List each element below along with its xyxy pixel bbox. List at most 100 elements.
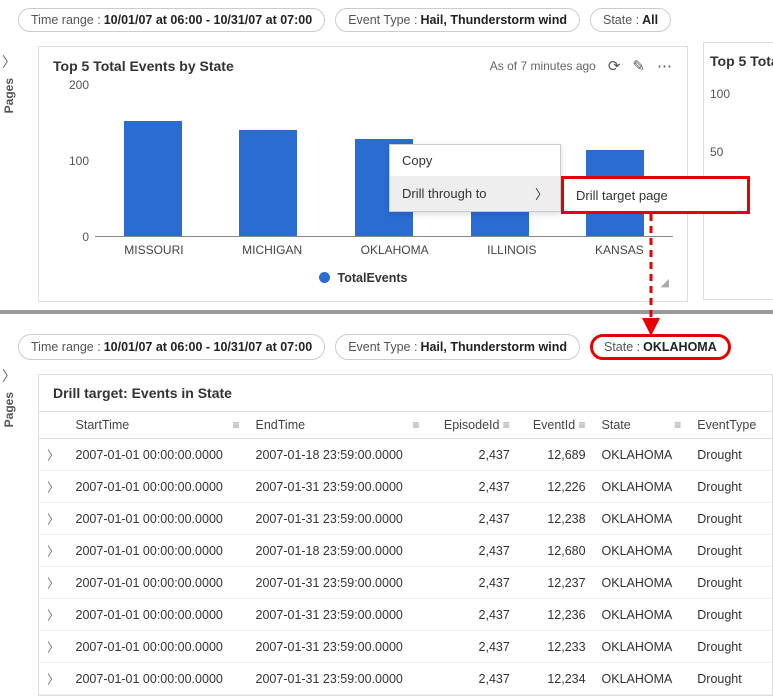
col-endtime[interactable]: EndTime≡ (248, 412, 428, 439)
column-menu-icon[interactable]: ≡ (674, 418, 681, 432)
cell-episodeid: 2,437 (428, 599, 518, 631)
filter-value: Hail, Thunderstorm wind (420, 340, 567, 354)
context-item-label: Drill target page (576, 188, 668, 203)
table-row[interactable]: 〉2007-01-01 00:00:00.00002007-01-31 23:5… (39, 663, 772, 695)
table-row[interactable]: 〉2007-01-01 00:00:00.00002007-01-18 23:5… (39, 535, 772, 567)
filter-time-range[interactable]: Time range : 10/01/07 at 06:00 - 10/31/0… (18, 334, 325, 360)
context-submenu-target[interactable]: Drill target page (561, 176, 750, 214)
chart-title-secondary: Top 5 Total (710, 53, 767, 69)
col-eventid[interactable]: EventId ≡ (518, 412, 594, 439)
x-label: MISSOURI (124, 243, 183, 257)
expand-row-icon[interactable]: 〉 (39, 535, 68, 567)
filter-value: 10/01/07 at 06:00 - 10/31/07 at 07:00 (104, 340, 312, 354)
resize-handle-icon[interactable]: ◢ (661, 276, 669, 289)
legend-dot-icon (319, 272, 330, 283)
cell-eventid: 12,689 (518, 439, 594, 471)
cell-starttime: 2007-01-01 00:00:00.0000 (68, 439, 248, 471)
context-menu: Copy Drill through to 〉 (389, 144, 561, 212)
cell-state: OKLAHOMA (594, 535, 690, 567)
x-label: OKLAHOMA (361, 243, 429, 257)
chart-card-secondary: Top 5 Total 10050 (703, 42, 773, 300)
expand-row-icon[interactable]: 〉 (39, 631, 68, 663)
events-table: StartTime≡ EndTime≡ EpisodeId ≡ EventId … (39, 411, 772, 695)
more-icon[interactable]: ⋯ (657, 57, 673, 75)
cell-endtime: 2007-01-31 23:59:00.0000 (248, 567, 428, 599)
filter-row-bottom: Time range : 10/01/07 at 06:00 - 10/31/0… (0, 326, 773, 368)
filter-time-range[interactable]: Time range : 10/01/07 at 06:00 - 10/31/0… (18, 8, 325, 32)
bar-missouri[interactable] (124, 121, 182, 236)
pages-label: Pages (2, 392, 16, 427)
pages-panel-toggle[interactable]: 〉 Pages (2, 52, 16, 113)
context-item-label: Drill through to (402, 186, 487, 201)
cell-episodeid: 2,437 (428, 471, 518, 503)
column-menu-icon[interactable]: ≡ (413, 418, 420, 432)
column-menu-icon[interactable]: ≡ (499, 418, 509, 432)
col-state[interactable]: State≡ (594, 412, 690, 439)
x-label: MICHIGAN (242, 243, 302, 257)
legend-label: TotalEvents (338, 271, 408, 285)
table-row[interactable]: 〉2007-01-01 00:00:00.00002007-01-31 23:5… (39, 471, 772, 503)
table-row[interactable]: 〉2007-01-01 00:00:00.00002007-01-31 23:5… (39, 599, 772, 631)
filter-event-type[interactable]: Event Type : Hail, Thunderstorm wind (335, 334, 580, 360)
chart-title: Top 5 Total Events by State (53, 58, 234, 74)
col-starttime[interactable]: StartTime≡ (68, 412, 248, 439)
cell-endtime: 2007-01-18 23:59:00.0000 (248, 439, 428, 471)
cell-eventid: 12,680 (518, 535, 594, 567)
expand-row-icon[interactable]: 〉 (39, 567, 68, 599)
cell-eventid: 12,238 (518, 503, 594, 535)
cell-eventid: 12,236 (518, 599, 594, 631)
cell-starttime: 2007-01-01 00:00:00.0000 (68, 663, 248, 695)
expand-row-icon[interactable]: 〉 (39, 503, 68, 535)
column-menu-icon[interactable]: ≡ (233, 418, 240, 432)
cell-starttime: 2007-01-01 00:00:00.0000 (68, 567, 248, 599)
context-copy[interactable]: Copy (390, 145, 560, 176)
table-row[interactable]: 〉2007-01-01 00:00:00.00002007-01-18 23:5… (39, 439, 772, 471)
table-card: Drill target: Events in State StartTime≡… (38, 374, 773, 696)
filter-label: Time range : (31, 13, 101, 27)
expand-row-icon[interactable]: 〉 (39, 663, 68, 695)
cell-eventtype: Drought (689, 471, 772, 503)
chevron-right-icon: 〉 (2, 366, 16, 386)
filter-value: All (642, 13, 658, 27)
cell-state: OKLAHOMA (594, 439, 690, 471)
cell-episodeid: 2,437 (428, 663, 518, 695)
cell-state: OKLAHOMA (594, 631, 690, 663)
pages-panel-toggle[interactable]: 〉 Pages (2, 366, 16, 427)
refresh-icon[interactable]: ⟳ (608, 57, 621, 75)
context-drill-through[interactable]: Drill through to 〉 (390, 176, 560, 211)
table-row[interactable]: 〉2007-01-01 00:00:00.00002007-01-31 23:5… (39, 631, 772, 663)
cell-episodeid: 2,437 (428, 631, 518, 663)
filter-state[interactable]: State : All (590, 8, 671, 32)
cell-eventtype: Drought (689, 567, 772, 599)
filter-label: State : (604, 340, 640, 354)
filter-value: OKLAHOMA (643, 340, 717, 354)
column-menu-icon[interactable]: ≡ (575, 418, 585, 432)
cell-eventid: 12,226 (518, 471, 594, 503)
cell-endtime: 2007-01-31 23:59:00.0000 (248, 599, 428, 631)
expand-row-icon[interactable]: 〉 (39, 439, 68, 471)
filter-state-highlighted[interactable]: State : OKLAHOMA (590, 334, 731, 360)
edit-icon[interactable]: ✎ (632, 57, 645, 75)
cell-eventtype: Drought (689, 439, 772, 471)
filter-value: 10/01/07 at 06:00 - 10/31/07 at 07:00 (104, 13, 312, 27)
cell-eventtype: Drought (689, 599, 772, 631)
filter-label: Event Type : (348, 340, 417, 354)
table-row[interactable]: 〉2007-01-01 00:00:00.00002007-01-31 23:5… (39, 567, 772, 599)
col-episodeid[interactable]: EpisodeId ≡ (428, 412, 518, 439)
filter-event-type[interactable]: Event Type : Hail, Thunderstorm wind (335, 8, 580, 32)
chart-asof: As of 7 minutes ago (490, 59, 596, 73)
cell-eventid: 12,234 (518, 663, 594, 695)
table-title: Drill target: Events in State (39, 385, 772, 411)
cell-eventtype: Drought (689, 663, 772, 695)
filter-label: Time range : (31, 340, 101, 354)
expand-row-icon[interactable]: 〉 (39, 599, 68, 631)
bar-michigan[interactable] (239, 130, 297, 236)
col-eventtype[interactable]: EventType (689, 412, 772, 439)
expand-row-icon[interactable]: 〉 (39, 471, 68, 503)
cell-endtime: 2007-01-31 23:59:00.0000 (248, 631, 428, 663)
cell-episodeid: 2,437 (428, 567, 518, 599)
pages-label: Pages (2, 78, 16, 113)
table-row[interactable]: 〉2007-01-01 00:00:00.00002007-01-31 23:5… (39, 503, 772, 535)
x-label: KANSAS (595, 243, 644, 257)
cell-endtime: 2007-01-31 23:59:00.0000 (248, 503, 428, 535)
